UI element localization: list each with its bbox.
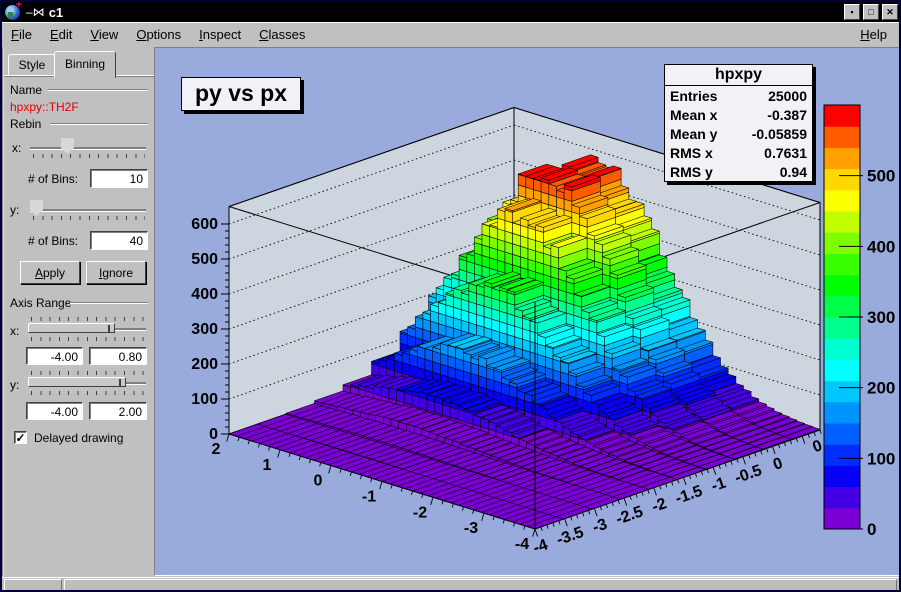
root-app-icon: [5, 5, 20, 20]
svg-text:300: 300: [867, 308, 895, 327]
range-y-ticks-bottom: [31, 391, 145, 395]
svg-text:-4: -4: [531, 536, 550, 557]
menu-item-options[interactable]: Options: [127, 25, 190, 44]
svg-text:500: 500: [191, 251, 218, 268]
svg-text:400: 400: [191, 286, 218, 303]
minimize-button[interactable]: ▪: [844, 4, 860, 20]
svg-text:-1: -1: [362, 489, 376, 506]
range-x-slider-bar[interactable]: [28, 323, 115, 333]
rebin-y-slider-thumb[interactable]: [30, 200, 43, 216]
rebin-y-label: y:: [10, 203, 19, 217]
svg-text:-2: -2: [650, 495, 669, 516]
svg-text:400: 400: [867, 237, 895, 256]
bins-y-label: # of Bins:: [28, 234, 78, 248]
menu-item-file[interactable]: File: [2, 25, 41, 44]
range-x-ticks-top: [31, 317, 145, 321]
svg-text:-1.5: -1.5: [673, 483, 705, 508]
stat-row: Entries25000: [665, 86, 812, 105]
svg-text:200: 200: [867, 379, 895, 398]
status-segment-left: [4, 579, 62, 591]
stat-row: Mean y-0.05859: [665, 124, 812, 143]
delayed-drawing-label: Delayed drawing: [34, 431, 123, 445]
svg-text:0: 0: [314, 473, 323, 490]
svg-text:100: 100: [191, 391, 218, 408]
svg-text:-3.5: -3.5: [554, 524, 586, 549]
svg-text:-2: -2: [413, 504, 427, 521]
svg-text:600: 600: [191, 216, 218, 233]
title-bar[interactable]: –⋈ c1 ▪ □ ✕: [2, 2, 899, 22]
root-canvas[interactable]: 0100200300400500600210-1-2-3-4-4-3.5-3-2…: [154, 47, 901, 576]
bins-x-input[interactable]: [90, 169, 148, 188]
svg-text:300: 300: [191, 321, 218, 338]
svg-text:-3: -3: [590, 516, 609, 537]
stats-box[interactable]: hpxpy Entries25000Mean x-0.387Mean y-0.0…: [664, 64, 813, 182]
range-y-min-input[interactable]: [26, 402, 83, 420]
histogram-name-value: hpxpy::TH2F: [10, 100, 79, 114]
divider: [50, 123, 148, 125]
window-title: c1: [49, 5, 63, 20]
menu-bar: FileEditViewOptionsInspectClasses Help: [2, 22, 899, 48]
stat-row: Mean x-0.387: [665, 105, 812, 124]
root-canvas-window: –⋈ c1 ▪ □ ✕ FileEditViewOptionsInspectCl…: [0, 0, 901, 592]
range-y-max-input[interactable]: [89, 402, 147, 420]
name-section-label: Name: [10, 83, 42, 97]
delayed-drawing-checkbox[interactable]: ✓: [14, 431, 27, 444]
stats-rows: Entries25000Mean x-0.387Mean y-0.05859RM…: [665, 86, 812, 181]
svg-text:-4: -4: [515, 536, 529, 553]
axis-range-section-label: Axis Range: [10, 296, 71, 310]
range-x-label: x:: [10, 324, 19, 338]
menu-item-help[interactable]: Help: [848, 25, 899, 44]
rebin-x-label: x:: [12, 141, 21, 155]
divider: [48, 89, 148, 91]
close-button[interactable]: ✕: [882, 4, 898, 20]
plot-title-box[interactable]: py vs px: [181, 77, 301, 111]
stats-title: hpxpy: [665, 65, 812, 86]
svg-text:0: 0: [811, 437, 825, 456]
range-y-slider-notch[interactable]: [119, 379, 121, 387]
menu-item-inspect[interactable]: Inspect: [190, 25, 250, 44]
tab-style[interactable]: Style: [8, 54, 56, 77]
rebin-x-slider-thumb[interactable]: [61, 138, 74, 154]
rebin-section-label: Rebin: [10, 117, 41, 131]
editor-panel: Style Binning Name hpxpy::TH2F Rebin x: …: [2, 47, 154, 576]
svg-text:0: 0: [771, 455, 785, 474]
rebin-x-slider-ticks: [33, 154, 145, 158]
range-y-slider-bar[interactable]: [28, 377, 126, 387]
color-palette[interactable]: 0 100 200 300 400 500: [824, 105, 895, 539]
range-y-label: y:: [10, 378, 19, 392]
svg-text:-0.5: -0.5: [733, 462, 765, 487]
ignore-button[interactable]: Ignore: [86, 261, 146, 284]
range-y-ticks-top: [31, 371, 145, 375]
range-x-ticks-bottom: [31, 337, 145, 341]
divider: [70, 302, 148, 304]
bins-x-label: # of Bins:: [28, 172, 78, 186]
tab-binning[interactable]: Binning: [54, 51, 116, 78]
stat-row: RMS x0.7631: [665, 143, 812, 162]
range-x-max-input[interactable]: [89, 347, 147, 365]
svg-text:-3: -3: [464, 520, 478, 537]
status-segment-main: [64, 579, 897, 591]
menu-item-view[interactable]: View: [81, 25, 127, 44]
range-x-slider-notch[interactable]: [108, 325, 110, 333]
svg-text:2: 2: [212, 441, 221, 458]
svg-text:100: 100: [867, 449, 895, 468]
bins-y-input[interactable]: [90, 231, 148, 250]
svg-text:-2.5: -2.5: [614, 503, 646, 528]
rebin-y-slider[interactable]: [30, 209, 146, 211]
svg-text:-1: -1: [709, 474, 728, 495]
svg-text:200: 200: [191, 356, 218, 373]
apply-button[interactable]: Apply: [20, 261, 80, 284]
range-x-min-input[interactable]: [26, 347, 83, 365]
rebin-x-slider[interactable]: [30, 147, 146, 149]
menu-item-classes[interactable]: Classes: [250, 25, 314, 44]
svg-text:1: 1: [263, 457, 272, 474]
stat-row: RMS y0.94: [665, 162, 812, 181]
status-bar: [2, 577, 899, 592]
rebin-y-slider-ticks: [33, 216, 145, 220]
menu-item-edit[interactable]: Edit: [41, 25, 81, 44]
svg-text:0: 0: [867, 520, 876, 539]
svg-text:500: 500: [867, 167, 895, 186]
window-pin-icon: –⋈: [26, 5, 45, 19]
maximize-button[interactable]: □: [863, 4, 879, 20]
